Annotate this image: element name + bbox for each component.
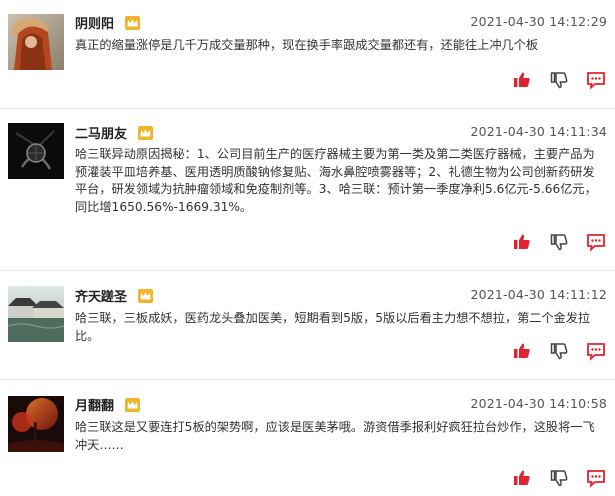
thumbs-up-icon[interactable] <box>512 341 532 361</box>
vip-crown-icon <box>124 398 140 412</box>
vip-crown-icon <box>124 16 140 30</box>
comment-feed: 阴则阳 2021-04-30 14:12:29 真正的缩量涨停是几千万成交量那种… <box>0 0 615 496</box>
comment-icon[interactable] <box>586 232 606 252</box>
avatar[interactable] <box>8 396 64 452</box>
comment-item: 齐天蹉圣 2021-04-30 14:11:12 哈三联，三板成妖，医药龙头叠加… <box>0 270 615 378</box>
post-time: 2021-04-30 14:11:34 <box>470 124 607 139</box>
thumbs-up-icon[interactable] <box>512 70 532 90</box>
thumbs-down-icon[interactable] <box>549 468 569 488</box>
vip-crown-icon <box>137 126 153 140</box>
action-bar <box>512 232 607 254</box>
comment-item: 二马朋友 2021-04-30 14:11:34 哈三联异动原因揭秘：1、公司目… <box>0 108 615 270</box>
thumbs-down-icon[interactable] <box>549 70 569 90</box>
thumbs-down-icon[interactable] <box>549 341 569 361</box>
comment-icon[interactable] <box>586 468 606 488</box>
comment-item: 阴则阳 2021-04-30 14:12:29 真正的缩量涨停是几千万成交量那种… <box>0 0 615 108</box>
post-content: 哈三联异动原因揭秘：1、公司目前生产的医疗器械主要为第一类及第二类医疗器械，主要… <box>75 147 597 214</box>
vip-crown-icon <box>137 289 153 303</box>
comment-icon[interactable] <box>586 341 606 361</box>
post-content: 哈三联这是又要连打5板的架势啊，应该是医美茅哦。游资借季报利好疯狂拉台炒作，这股… <box>75 420 595 452</box>
comment-icon[interactable] <box>586 70 606 90</box>
post-time: 2021-04-30 14:10:58 <box>470 396 607 411</box>
username[interactable]: 阴则阳 <box>75 13 140 32</box>
avatar[interactable] <box>8 14 64 70</box>
username[interactable]: 二马朋友 <box>75 123 153 142</box>
thumbs-down-icon[interactable] <box>549 232 569 252</box>
username[interactable]: 月翻翻 <box>75 395 140 414</box>
thumbs-up-icon[interactable] <box>512 232 532 252</box>
post-content: 真正的缩量涨停是几千万成交量那种，现在换手率跟成交量都还有，还能往上冲几个板 <box>75 38 539 52</box>
action-bar <box>512 468 607 490</box>
action-bar <box>512 341 607 363</box>
thumbs-up-icon[interactable] <box>512 468 532 488</box>
comment-item: 月翻翻 2021-04-30 14:10:58 哈三联这是又要连打5板的架势啊，… <box>0 379 615 496</box>
action-bar <box>512 70 607 92</box>
post-time: 2021-04-30 14:12:29 <box>470 14 607 29</box>
post-time: 2021-04-30 14:11:12 <box>470 287 607 302</box>
post-content: 哈三联，三板成妖，医药龙头叠加医美，短期看到5版，5版以后看主力想不想拉，第二个… <box>75 311 591 343</box>
avatar[interactable] <box>8 286 64 342</box>
username[interactable]: 齐天蹉圣 <box>75 286 153 305</box>
avatar[interactable] <box>8 123 64 179</box>
